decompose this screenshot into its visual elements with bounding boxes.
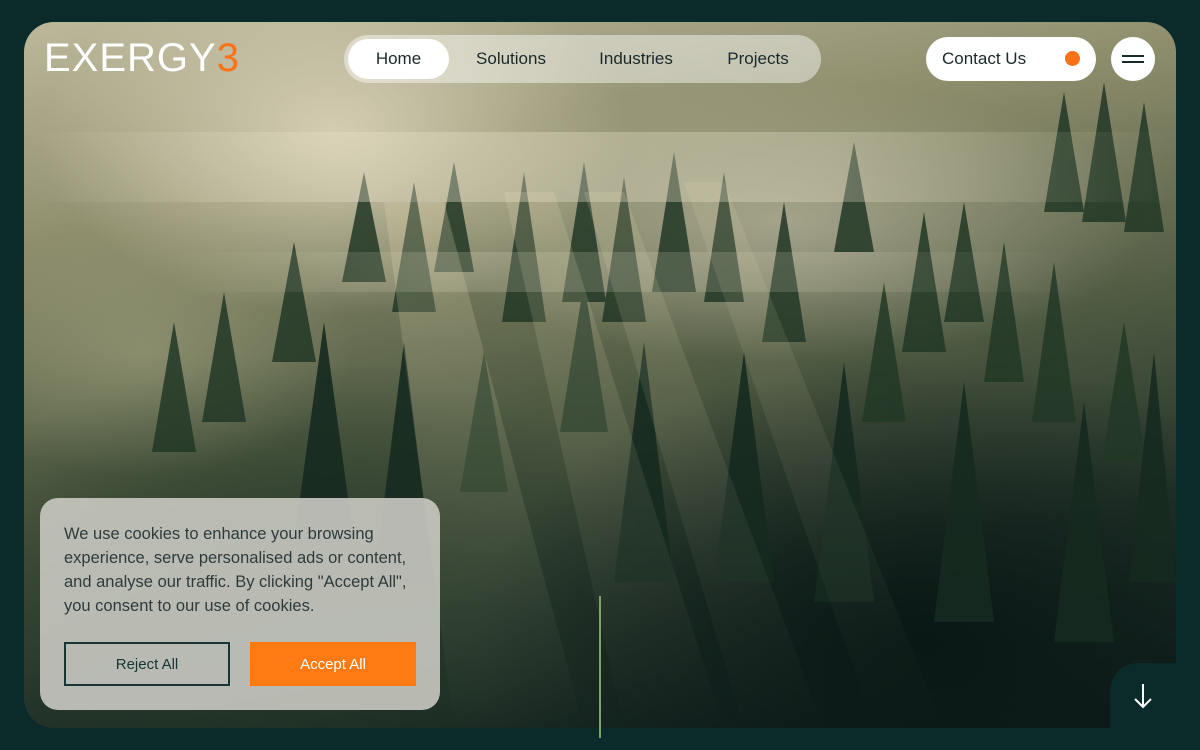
contact-us-label: Contact Us [942,49,1027,68]
nav-item-industries[interactable]: Industries [573,39,699,79]
reject-all-button[interactable]: Reject All [64,642,230,686]
logo-text: EXERGY [44,36,217,80]
nav-item-solutions[interactable]: Solutions [449,39,573,79]
cookie-banner: We use cookies to enhance your browsing … [40,498,440,710]
arrow-down-icon[interactable] [1131,682,1155,710]
accept-all-button[interactable]: Accept All [250,642,416,686]
nav-item-home[interactable]: Home [348,39,449,79]
logo-accent: 3 [216,36,240,80]
scroll-indicator-line [599,596,601,738]
hero-corner-notch [1110,663,1200,750]
hamburger-menu-icon [1122,55,1144,57]
cookie-message: We use cookies to enhance your browsing … [64,525,407,615]
exergy3-logo[interactable]: EXERGY3 [44,38,240,78]
nav-item-projects[interactable]: Projects [699,39,817,79]
contact-dot-icon [1065,51,1080,66]
main-nav: Home Solutions Industries Projects [344,35,821,83]
contact-us-button[interactable]: Contact Us [926,37,1096,81]
menu-button[interactable] [1111,37,1155,81]
hamburger-menu-icon-bar [1122,61,1144,63]
